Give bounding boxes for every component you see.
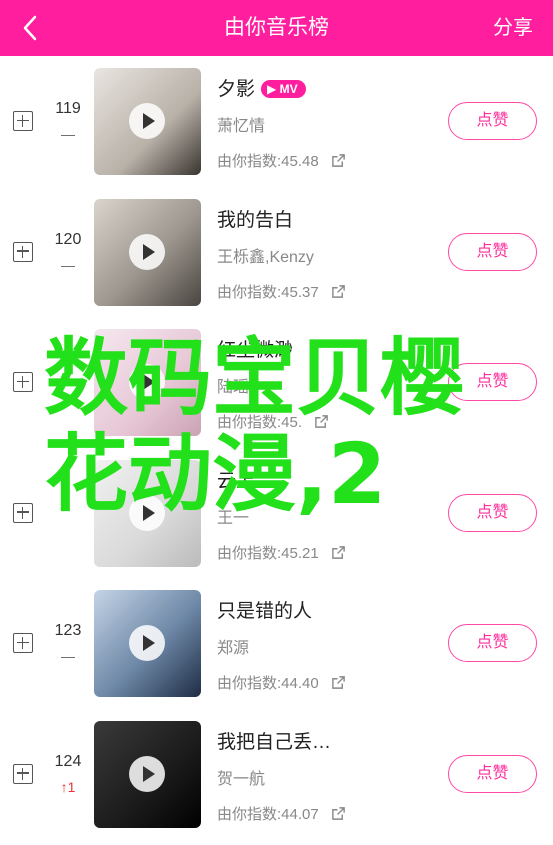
mv-badge-label: MV — [279, 82, 298, 96]
like-button[interactable]: 点赞 — [448, 624, 537, 662]
add-square-icon[interactable] — [13, 763, 33, 784]
play-icon[interactable] — [129, 103, 165, 139]
song-title-text: 我把自己丢… — [217, 731, 332, 753]
popularity-index-text: 由你指数:44.40 — [217, 675, 319, 692]
like-button[interactable]: 点赞 — [448, 493, 537, 532]
artist-name[interactable]: 陆瑶 — [217, 373, 249, 397]
popularity-index: 由你指数:45. — [217, 411, 329, 432]
song-title-text: 红尘微渺 — [217, 340, 294, 361]
external-link-icon[interactable] — [331, 806, 346, 821]
popularity-index: 由你指数:45.21 — [217, 542, 346, 563]
artist-name[interactable]: 萧忆情 — [217, 112, 265, 136]
song-title[interactable]: 红尘微渺 — [217, 335, 293, 362]
artist-name[interactable]: 贺一航 — [217, 765, 265, 789]
song-title-text: 我的告白 — [217, 209, 294, 231]
play-icon[interactable] — [129, 233, 165, 270]
like-button[interactable]: 点赞 — [448, 363, 537, 401]
artist-name[interactable]: 王栎鑫,Kenzy — [217, 243, 314, 267]
song-title[interactable]: 我把自己丢… — [217, 727, 331, 754]
song-row[interactable]: 云上 王一 由你指数:45.21 点赞 — [0, 448, 553, 579]
rank-number: 124 — [54, 752, 82, 770]
share-button[interactable]: 分享 — [493, 0, 533, 56]
album-cover[interactable] — [94, 198, 201, 306]
rank-trend: — — [61, 126, 75, 142]
add-square-icon[interactable] — [13, 502, 33, 523]
rank-trend: ↑1 — [60, 778, 76, 795]
song-row[interactable]: 120 — 我的告白 王栎鑫,Kenzy 由你指数:45.37 点赞 — [0, 187, 553, 318]
top-bar: 由你音乐榜 分享 — [0, 0, 553, 56]
rank-trend: — — [61, 648, 75, 664]
popularity-index-text: 由你指数:44.07 — [217, 805, 319, 823]
song-title[interactable]: 我的告白 — [217, 205, 293, 232]
artist-name[interactable]: 王一 — [217, 504, 249, 528]
song-row[interactable]: 红尘微渺 陆瑶 由你指数:45. 点赞 — [0, 317, 553, 448]
song-row[interactable]: 124 ↑1 我把自己丢… 贺一航 由你指数:44.07 点赞 — [0, 709, 553, 840]
rank-number: 123 — [54, 622, 82, 639]
album-cover[interactable] — [94, 68, 201, 175]
rank-number: 120 — [54, 230, 82, 248]
album-cover[interactable] — [94, 459, 201, 567]
like-button[interactable]: 点赞 — [448, 232, 537, 271]
external-link-icon[interactable] — [331, 284, 346, 299]
song-title[interactable]: 夕影 ▶ MV — [217, 74, 306, 101]
album-cover[interactable] — [94, 329, 201, 436]
song-title[interactable]: 只是错的人 — [217, 596, 312, 623]
song-row[interactable]: 119 — 夕影 ▶ MV 萧忆情 由你指数:45.48 点赞 — [0, 56, 553, 187]
popularity-index-text: 由你指数:45.37 — [217, 283, 319, 301]
artist-name[interactable]: 郑源 — [217, 634, 249, 658]
popularity-index-text: 由你指数:45.21 — [217, 544, 319, 562]
popularity-index: 由你指数:45.48 — [217, 150, 346, 171]
external-link-icon[interactable] — [331, 675, 346, 690]
mv-badge[interactable]: ▶ MV — [261, 80, 306, 98]
add-square-icon[interactable] — [13, 372, 33, 392]
external-link-icon[interactable] — [314, 414, 329, 429]
play-icon[interactable] — [129, 755, 165, 792]
add-square-icon[interactable] — [13, 633, 33, 653]
add-square-icon[interactable] — [13, 241, 33, 262]
popularity-index: 由你指数:45.37 — [217, 281, 346, 302]
song-title[interactable]: 云上 — [217, 466, 255, 493]
popularity-index: 由你指数:44.07 — [217, 803, 346, 824]
external-link-icon[interactable] — [331, 545, 346, 560]
play-icon[interactable] — [129, 364, 165, 400]
album-cover[interactable] — [94, 720, 201, 828]
song-title-text: 夕影 — [217, 79, 256, 100]
like-button[interactable]: 点赞 — [448, 754, 537, 793]
play-icon[interactable] — [129, 494, 165, 531]
external-link-icon[interactable] — [331, 153, 346, 168]
song-row[interactable]: 123 — 只是错的人 郑源 由你指数:44.40 点赞 — [0, 578, 553, 709]
rank-trend: — — [61, 256, 75, 273]
add-square-icon[interactable] — [13, 111, 33, 131]
song-title-text: 云上 — [217, 470, 256, 492]
album-cover[interactable] — [94, 590, 201, 697]
popularity-index-text: 由你指数:45. — [217, 414, 303, 431]
popularity-index: 由你指数:44.40 — [217, 672, 346, 693]
play-icon[interactable] — [129, 625, 165, 661]
like-button[interactable]: 点赞 — [448, 102, 537, 140]
popularity-index-text: 由你指数:45.48 — [217, 153, 319, 170]
song-title-text: 只是错的人 — [217, 601, 313, 622]
song-list: 119 — 夕影 ▶ MV 萧忆情 由你指数:45.48 点赞 120 — 我的告… — [0, 56, 553, 839]
rank-number: 119 — [55, 100, 81, 117]
page-title: 由你音乐榜 — [224, 16, 329, 39]
